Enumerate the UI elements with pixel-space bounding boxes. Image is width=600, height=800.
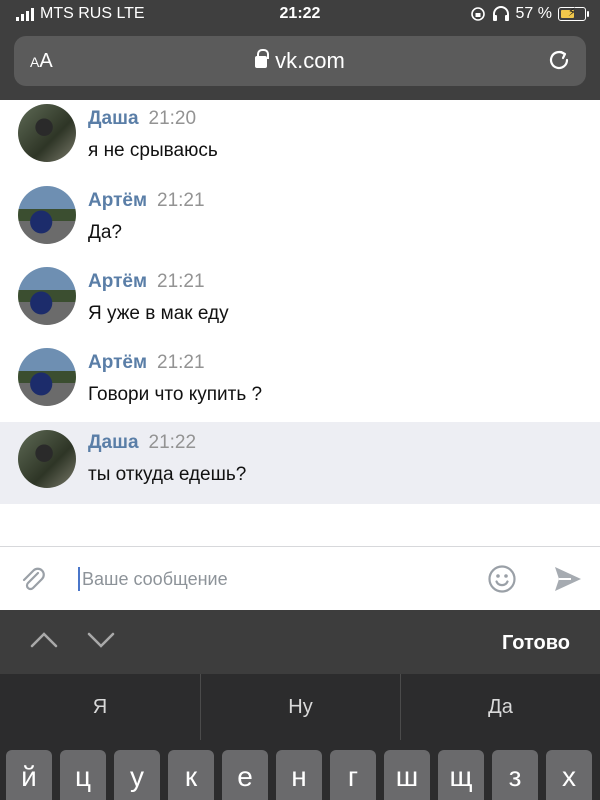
message-time: 21:22 [148,432,197,453]
key[interactable]: е [222,750,268,800]
author-name[interactable]: Артём [88,352,147,373]
message-list[interactable]: Даша 21:20 я не срываюсь Артём 21:21 Да? А… [0,100,600,545]
address-bar[interactable]: AA vk.com [14,36,586,86]
browser-chrome: MTS RUS LTE 21:22 57 % ⚡ AA vk.com [0,0,600,100]
message-input[interactable]: Ваше сообщение [78,567,228,591]
message-item[interactable]: Артём 21:21 Я уже в мак еду [0,263,600,345]
key[interactable]: г [330,750,376,800]
lock-icon [255,49,270,68]
headphones-icon [492,6,509,21]
key[interactable]: к [168,750,214,800]
attach-icon[interactable] [18,564,48,594]
send-icon[interactable] [553,565,583,593]
message-text: ты откуда едешь? [88,464,247,485]
keyboard-accessory-bar: Готово [0,610,600,674]
message-item[interactable]: Артём 21:21 Говори что купить ? [0,344,600,426]
avatar[interactable] [18,104,76,162]
message-time: 21:21 [157,352,205,373]
message-composer: Ваше сообщение [0,546,600,610]
message-text: Говори что купить ? [88,384,263,405]
key[interactable]: й [6,750,52,800]
battery-icon: ⚡ [558,5,589,21]
rotation-lock-icon [470,7,485,21]
message-text: Да? [88,222,123,243]
key[interactable]: н [276,750,322,800]
avatar[interactable] [18,348,76,406]
message-text: Я уже в мак еду [88,303,229,324]
suggestion-1[interactable]: Я [0,674,200,740]
url-text: vk.com [275,48,345,73]
status-bar: MTS RUS LTE 21:22 57 % ⚡ [0,0,600,30]
battery-percent: 57 % [515,5,552,22]
author-name[interactable]: Артём [88,271,147,292]
done-button[interactable]: Готово [502,632,570,655]
avatar[interactable] [18,267,76,325]
message-time: 21:21 [157,271,205,292]
author-name[interactable]: Артём [88,190,147,211]
key[interactable]: щ [438,750,484,800]
message-item[interactable]: Артём 21:21 Да? [0,182,600,264]
author-name[interactable]: Даша [88,108,139,129]
suggestion-2[interactable]: Ну [200,674,400,740]
reload-icon[interactable] [546,47,572,73]
message-item[interactable]: Даша 21:20 я не срываюсь [0,100,600,182]
avatar[interactable] [18,186,76,244]
message-time: 21:20 [148,108,197,129]
message-time: 21:21 [157,190,205,211]
chevron-up-icon[interactable] [28,628,60,652]
keyboard: Я Ну Да й ц у к е н г ш щ з х [0,674,600,800]
key[interactable]: у [114,750,160,800]
emoji-icon[interactable] [487,564,517,594]
message-text: я не срываюсь [88,140,218,161]
author-name[interactable]: Даша [88,432,139,453]
message-item[interactable]: Даша 21:22 ты откуда едешь? [0,422,600,504]
suggestion-3[interactable]: Да [400,674,600,740]
key-row: й ц у к е н г ш щ з х [6,750,600,800]
key[interactable]: з [492,750,538,800]
key[interactable]: ц [60,750,106,800]
key[interactable]: ш [384,750,430,800]
key[interactable]: х [546,750,592,800]
chevron-down-icon[interactable] [85,628,117,652]
avatar[interactable] [18,430,76,488]
